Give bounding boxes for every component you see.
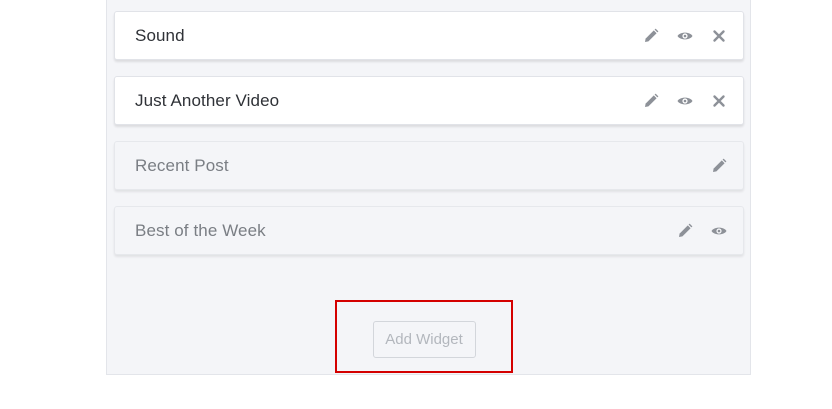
widget-item-sound[interactable]: Sound: [114, 11, 744, 60]
close-icon[interactable]: [711, 93, 727, 109]
pencil-icon[interactable]: [677, 223, 693, 239]
add-widget-button[interactable]: Add Widget: [372, 321, 476, 358]
widget-actions: [677, 223, 727, 239]
widget-actions: [643, 93, 727, 109]
close-icon[interactable]: [711, 28, 727, 44]
widget-actions: [643, 28, 727, 44]
widget-item-just-another-video[interactable]: Just Another Video: [114, 76, 744, 125]
add-widget-highlight: Add Widget: [335, 300, 513, 373]
eye-icon[interactable]: [677, 28, 693, 44]
pencil-icon[interactable]: [643, 28, 659, 44]
eye-icon[interactable]: [711, 223, 727, 239]
widget-actions: [711, 158, 727, 174]
eye-icon[interactable]: [677, 93, 693, 109]
pencil-icon[interactable]: [643, 93, 659, 109]
widget-title: Sound: [135, 25, 185, 45]
widget-title: Best of the Week: [135, 220, 266, 240]
widget-item-best-of-the-week[interactable]: Best of the Week: [114, 206, 744, 255]
pencil-icon[interactable]: [711, 158, 727, 174]
widget-item-recent-post[interactable]: Recent Post: [114, 141, 744, 190]
widget-title: Recent Post: [135, 155, 229, 175]
widget-title: Just Another Video: [135, 90, 280, 110]
